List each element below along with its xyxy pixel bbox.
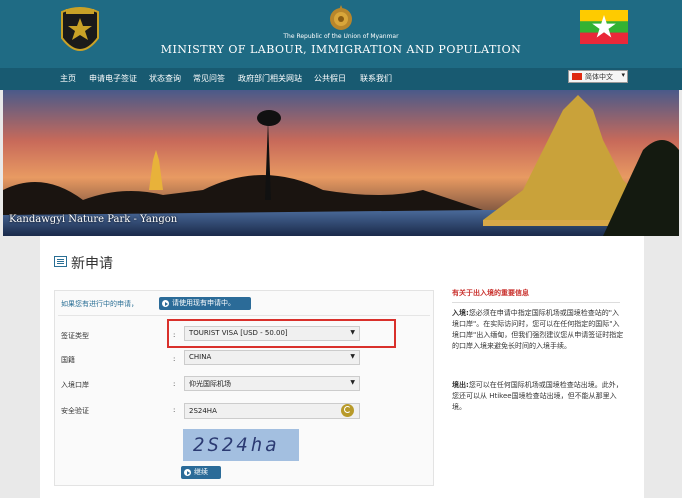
highlight-box	[167, 319, 396, 348]
nav-faq[interactable]: 常见问答	[193, 73, 225, 84]
nav-apply-evisa[interactable]: 申请电子签证	[89, 73, 137, 84]
continue-label: 继续	[194, 468, 208, 476]
exit-heading: 境出:	[452, 381, 469, 389]
header-title: MINISTRY OF LABOUR, IMMIGRATION AND POPU…	[160, 43, 522, 56]
language-label: 简体中文	[585, 73, 613, 81]
nationality-value: CHINA	[189, 353, 212, 361]
existing-application-text: 如果您有进行中的申请，	[61, 300, 138, 308]
entry-heading: 入境:	[452, 309, 469, 317]
captcha-label: 安全验证	[61, 407, 89, 415]
entry-port-label: 入境口岸	[61, 381, 89, 389]
visa-type-label: 签证类型	[61, 332, 89, 340]
banner-caption: Kandawgyi Nature Park - Yangon	[9, 214, 178, 225]
language-select[interactable]: 简体中文 ▾	[568, 70, 628, 83]
captcha-image: 2S24ha	[183, 429, 299, 461]
exit-info-paragraph: 境出:您可以在任何国际机场或国境检查站出境。此外，您还可以从 Htikee国境检…	[452, 380, 624, 413]
china-flag-icon	[572, 73, 582, 80]
page-title: 新申请	[71, 256, 113, 272]
chevron-down-icon: ▼	[350, 379, 355, 386]
myanmar-flag	[580, 10, 628, 44]
colon: :	[173, 406, 176, 414]
use-existing-application-button[interactable]: 请使用现有申请中。	[159, 297, 251, 310]
use-existing-label: 请使用现有申请中。	[172, 299, 235, 307]
entry-text: 您必须在申请中指定国际机场或国境检查站的"入境口岸"。在实际访问时，您可以在任何…	[452, 309, 624, 350]
entry-info-paragraph: 入境:您必须在申请中指定国际机场或国境检查站的"入境口岸"。在实际访问时，您可以…	[452, 308, 624, 352]
captcha-input[interactable]: 2S24HA	[184, 403, 360, 419]
important-info-title: 有关于出入境的重要信息	[452, 289, 529, 297]
nav-holidays[interactable]: 公共假日	[314, 73, 346, 84]
nav-contact[interactable]: 联系我们	[360, 73, 392, 84]
myanmar-seal	[330, 5, 352, 30]
entry-port-value: 仰光国际机场	[189, 380, 231, 388]
captcha-input-value: 2S24HA	[189, 407, 217, 415]
chevron-down-icon: ▾	[621, 71, 625, 79]
arrow-circle-icon	[184, 469, 191, 476]
nationality-label: 国籍	[61, 356, 75, 364]
chevron-down-icon: ▼	[350, 353, 355, 360]
exit-text: 您可以在任何国际机场或国境检查站出境。此外，您还可以从 Htikee国境检查站出…	[452, 381, 623, 411]
divider	[58, 315, 430, 316]
form-list-icon	[54, 256, 67, 267]
colon: :	[173, 355, 176, 363]
nav-status-check[interactable]: 状态查询	[149, 73, 181, 84]
captcha-image-text: 2S24ha	[193, 434, 280, 456]
arrow-circle-icon	[162, 300, 169, 307]
refresh-captcha-icon[interactable]	[341, 404, 354, 417]
continue-button[interactable]: 继续	[181, 466, 221, 479]
entry-port-select[interactable]: 仰光国际机场 ▼	[184, 376, 360, 391]
nav-home[interactable]: 主页	[60, 73, 76, 84]
nav-gov-sites[interactable]: 政府部门相关网站	[238, 73, 302, 84]
divider	[452, 302, 620, 303]
colon: :	[173, 380, 176, 388]
nationality-select[interactable]: CHINA ▼	[184, 350, 360, 365]
